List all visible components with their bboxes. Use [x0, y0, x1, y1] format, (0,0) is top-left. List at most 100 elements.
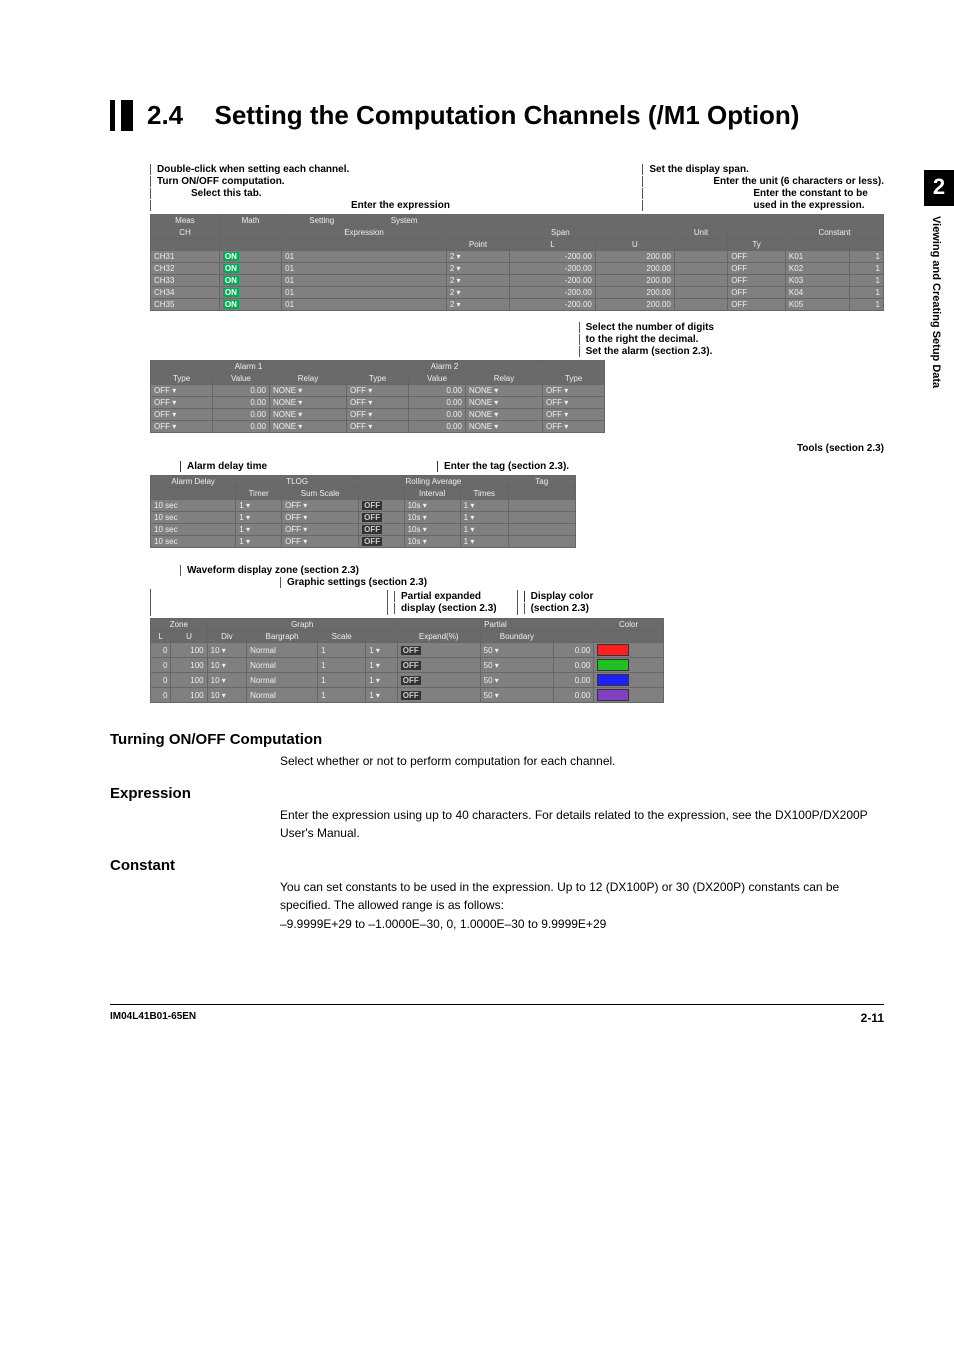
ch-label[interactable]: CH35 — [151, 299, 220, 311]
off-toggle[interactable]: OFF — [362, 513, 382, 522]
span-u[interactable]: 200.00 — [595, 251, 674, 263]
alarm-value[interactable]: 0.00 — [212, 421, 269, 433]
span-l[interactable]: -200.00 — [510, 263, 596, 275]
interval-cell[interactable]: 10s ▾ — [404, 536, 460, 548]
scale-cell[interactable]: 1 — [318, 673, 366, 688]
ty-cell[interactable]: OFF — [728, 287, 786, 299]
off-toggle[interactable]: OFF — [362, 537, 382, 546]
bargraph-cell[interactable]: Normal — [247, 673, 318, 688]
off-toggle[interactable]: OFF — [401, 676, 421, 685]
boundary-cell[interactable]: 0.00 — [554, 643, 594, 658]
k-value[interactable]: 1 — [849, 263, 883, 275]
scale-pos[interactable]: 1 ▾ — [366, 688, 397, 703]
color-swatch[interactable] — [594, 658, 664, 673]
on-toggle[interactable]: ON — [223, 276, 239, 285]
zone-u[interactable]: 100 — [171, 688, 207, 703]
ty-cell[interactable]: OFF — [728, 263, 786, 275]
unit-cell[interactable] — [674, 299, 727, 311]
span-u[interactable]: 200.00 — [595, 275, 674, 287]
alarm-type[interactable]: OFF ▾ — [347, 409, 409, 421]
span-l[interactable]: -200.00 — [510, 299, 596, 311]
span-u[interactable]: 200.00 — [595, 263, 674, 275]
color-swatch[interactable] — [594, 673, 664, 688]
div-cell[interactable]: 10 ▾ — [207, 688, 246, 703]
sumscale-cell[interactable]: OFF ▾ — [282, 500, 359, 512]
alarm-relay[interactable]: NONE ▾ — [269, 409, 346, 421]
point-cell[interactable]: 2 ▾ — [446, 287, 509, 299]
unit-cell[interactable] — [674, 263, 727, 275]
alarm-type[interactable]: OFF ▾ — [347, 397, 409, 409]
delay-cell[interactable]: 10 sec — [151, 524, 236, 536]
ch-label[interactable]: CH32 — [151, 263, 220, 275]
span-l[interactable]: -200.00 — [510, 287, 596, 299]
unit-cell[interactable] — [674, 275, 727, 287]
times-cell[interactable]: 1 ▾ — [460, 500, 508, 512]
ty-cell[interactable]: OFF — [728, 299, 786, 311]
alarm-value[interactable]: 0.00 — [408, 421, 465, 433]
point-cell[interactable]: 2 ▾ — [446, 251, 509, 263]
off-toggle[interactable]: OFF — [362, 525, 382, 534]
off-toggle[interactable]: OFF — [401, 646, 421, 655]
tab[interactable]: System — [362, 215, 447, 227]
alarm-type[interactable]: OFF ▾ — [543, 421, 605, 433]
tag-cell[interactable] — [508, 500, 575, 512]
alarm-relay[interactable]: NONE ▾ — [269, 397, 346, 409]
alarm-value[interactable]: 0.00 — [408, 409, 465, 421]
expand-cell[interactable]: 50 ▾ — [480, 673, 553, 688]
alarm-type[interactable]: OFF ▾ — [543, 385, 605, 397]
zone-l[interactable]: 0 — [151, 673, 171, 688]
interval-cell[interactable]: 10s ▾ — [404, 512, 460, 524]
alarm-value[interactable]: 0.00 — [408, 385, 465, 397]
expr-cell[interactable]: 01 — [282, 299, 447, 311]
alarm-value[interactable]: 0.00 — [408, 397, 465, 409]
k-value[interactable]: 1 — [849, 299, 883, 311]
off-toggle[interactable]: OFF — [362, 501, 382, 510]
interval-cell[interactable]: 10s ▾ — [404, 500, 460, 512]
on-toggle[interactable]: ON — [223, 300, 239, 309]
zone-u[interactable]: 100 — [171, 658, 207, 673]
times-cell[interactable]: 1 ▾ — [460, 512, 508, 524]
alarm-value[interactable]: 0.00 — [212, 409, 269, 421]
k-value[interactable]: 1 — [849, 275, 883, 287]
expand-cell[interactable]: 50 ▾ — [480, 658, 553, 673]
bargraph-cell[interactable]: Normal — [247, 688, 318, 703]
scale-pos[interactable]: 1 ▾ — [366, 658, 397, 673]
span-u[interactable]: 200.00 — [595, 299, 674, 311]
span-l[interactable]: -200.00 — [510, 251, 596, 263]
tag-cell[interactable] — [508, 512, 575, 524]
ch-label[interactable]: CH34 — [151, 287, 220, 299]
zone-l[interactable]: 0 — [151, 658, 171, 673]
alarm-relay[interactable]: NONE ▾ — [465, 421, 542, 433]
ch-label[interactable]: CH33 — [151, 275, 220, 287]
alarm-relay[interactable]: NONE ▾ — [269, 421, 346, 433]
on-toggle[interactable]: ON — [223, 264, 239, 273]
point-cell[interactable]: 2 ▾ — [446, 275, 509, 287]
scale-pos[interactable]: 1 ▾ — [366, 643, 397, 658]
alarm-relay[interactable]: NONE ▾ — [465, 397, 542, 409]
bargraph-cell[interactable]: Normal — [247, 643, 318, 658]
span-l[interactable]: -200.00 — [510, 275, 596, 287]
scale-pos[interactable]: 1 ▾ — [366, 673, 397, 688]
interval-cell[interactable]: 10s ▾ — [404, 524, 460, 536]
ch-label[interactable]: CH31 — [151, 251, 220, 263]
color-swatch[interactable] — [594, 643, 664, 658]
alarm-type[interactable]: OFF ▾ — [543, 397, 605, 409]
scale-cell[interactable]: 1 — [318, 658, 366, 673]
off-toggle[interactable]: OFF — [401, 661, 421, 670]
boundary-cell[interactable]: 0.00 — [554, 673, 594, 688]
sumscale-cell[interactable]: OFF ▾ — [282, 536, 359, 548]
scale-cell[interactable]: 1 — [318, 643, 366, 658]
boundary-cell[interactable]: 0.00 — [554, 658, 594, 673]
tab[interactable]: Setting — [282, 215, 362, 227]
off-toggle[interactable]: OFF — [401, 691, 421, 700]
alarm-relay[interactable]: NONE ▾ — [465, 409, 542, 421]
delay-cell[interactable]: 10 sec — [151, 512, 236, 524]
timer-cell[interactable]: 1 ▾ — [236, 512, 282, 524]
expr-cell[interactable]: 01 — [282, 287, 447, 299]
expr-cell[interactable]: 01 — [282, 275, 447, 287]
alarm-type[interactable]: OFF ▾ — [151, 397, 213, 409]
expr-cell[interactable]: 01 — [282, 263, 447, 275]
alarm-type[interactable]: OFF ▾ — [543, 409, 605, 421]
expand-cell[interactable]: 50 ▾ — [480, 643, 553, 658]
timer-cell[interactable]: 1 ▾ — [236, 524, 282, 536]
